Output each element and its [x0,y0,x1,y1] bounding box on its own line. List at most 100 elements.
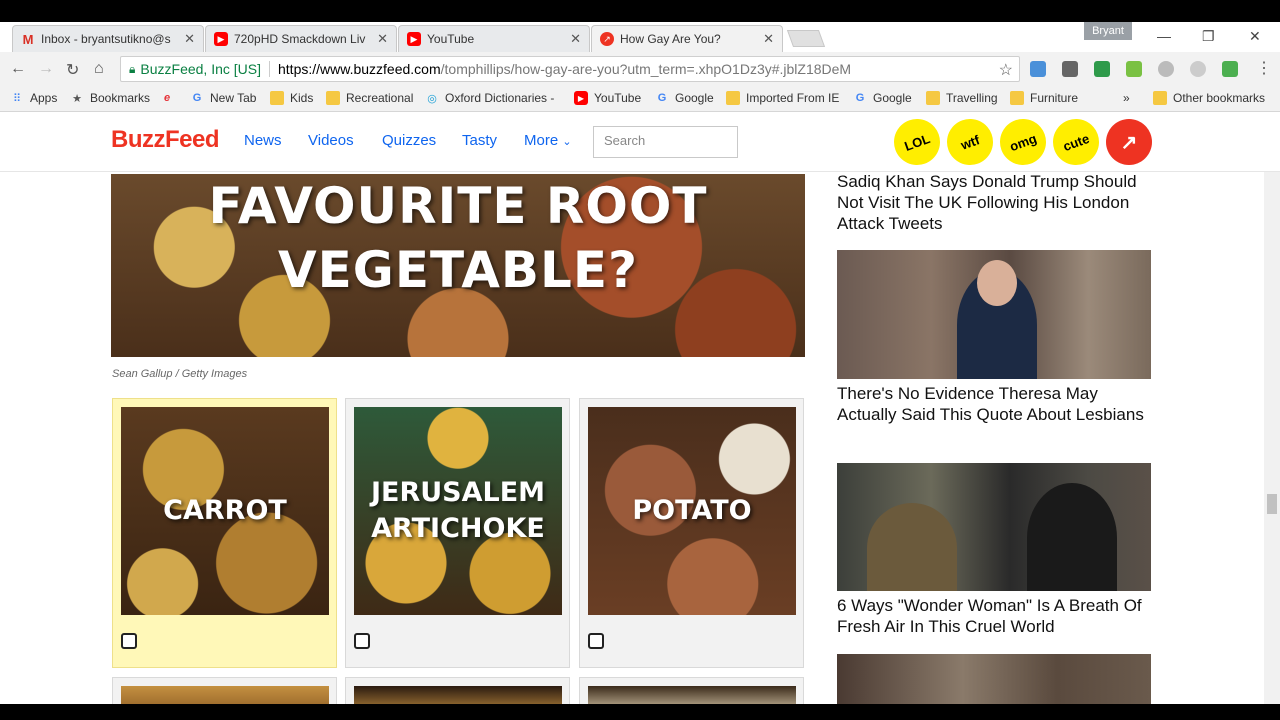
badge-cute[interactable]: cute [1046,112,1106,172]
page-scrollbar[interactable] [1264,172,1280,704]
bookmarks-overflow-button[interactable]: » [1123,91,1130,105]
lock-icon: 🔒︎ [129,61,136,76]
tab-gmail[interactable]: M Inbox - bryantsutikno@s ✕ [12,25,204,52]
extension-icon[interactable] [1126,61,1142,77]
bookmark-recreational[interactable]: Recreational [326,91,413,105]
bookmark-apps[interactable]: ⠿ Apps [10,91,57,105]
folder-icon [726,91,740,105]
image-credit: Sean Gallup / Getty Images [112,368,248,380]
bookmarks-bar: ⠿ Apps ★ Bookmarks e G New Tab Kids Recreat… [0,86,1280,112]
back-icon[interactable]: ← [10,60,26,78]
answer-image: POTATO [588,407,796,615]
bookmark-ebay[interactable]: e [160,91,180,105]
person-face [977,260,1017,306]
tab-youtube[interactable]: ▶ YouTube ✕ [398,25,590,52]
close-window-icon[interactable]: ✕ [1249,28,1261,45]
site-header: BuzzFeed News Videos Quizzes Tasty More … [0,112,1280,172]
buzzfeed-trending-icon: ↗ [600,32,614,46]
close-icon[interactable]: ✕ [184,31,195,47]
forward-icon[interactable]: → [38,60,54,78]
tab-title: Inbox - bryantsutikno@s [41,32,171,46]
bookmark-google-2[interactable]: G Google [853,91,912,105]
new-tab-button[interactable] [786,30,826,47]
close-icon[interactable]: ✕ [763,31,774,47]
nav-videos[interactable]: Videos [308,132,354,149]
bookmark-label: Travelling [946,91,998,105]
answer-checkbox[interactable] [588,633,604,649]
bookmark-new-tab[interactable]: G New Tab [190,91,257,105]
folder-icon [270,91,284,105]
restore-icon[interactable]: ❐ [1202,28,1215,45]
bookmark-google[interactable]: G Google [655,91,714,105]
folder-icon [1010,91,1024,105]
person-figure [1027,483,1117,591]
sidebar-article-title[interactable]: There's No Evidence Theresa May Actually… [837,383,1151,425]
extension-icon[interactable] [1062,61,1078,77]
menu-icon[interactable]: ⋮ [1256,58,1272,78]
answer-jerusalem-artichoke[interactable]: JERUSALEM ARTICHOKE [345,398,570,668]
bookmark-label: New Tab [210,91,257,105]
bookmark-bookmarks[interactable]: ★ Bookmarks [70,91,150,105]
badge-wtf[interactable]: wtf [940,112,1000,172]
answer-image [121,686,329,704]
sidebar-article-image[interactable] [837,250,1151,379]
star-icon: ★ [72,92,82,105]
tab-strip: M Inbox - bryantsutikno@s ✕ ▶ 720pHD Sma… [0,22,1280,52]
other-bookmarks[interactable]: Other bookmarks [1153,91,1265,105]
oxford-icon: ◎ [427,92,437,105]
bookmark-label: Oxford Dictionaries - [445,91,555,105]
folder-icon [326,91,340,105]
answer-card-next-row[interactable] [579,677,804,704]
answer-checkbox[interactable] [121,633,137,649]
home-icon[interactable]: ⌂ [94,60,104,78]
bookmark-furniture[interactable]: Furniture [1010,91,1078,105]
minimize-icon[interactable]: — [1157,28,1171,44]
tab-how-gay-are-you[interactable]: ↗ How Gay Are You? ✕ [591,25,783,52]
profile-button[interactable]: Bryant [1084,22,1132,40]
nav-quizzes[interactable]: Quizzes [382,132,436,149]
nav-tasty[interactable]: Tasty [462,132,497,149]
trending-icon[interactable]: ↗ [1106,119,1152,165]
answer-potato[interactable]: POTATO [579,398,804,668]
extension-icon[interactable] [1158,61,1174,77]
extension-icon[interactable] [1190,61,1206,77]
nav-news[interactable]: News [244,132,282,149]
sidebar-article-image[interactable] [837,463,1151,591]
answer-card-next-row[interactable] [345,677,570,704]
search-input[interactable]: Search [593,126,738,158]
bookmark-kids[interactable]: Kids [270,91,313,105]
answer-card-next-row[interactable] [112,677,337,704]
extension-icon[interactable] [1222,61,1238,77]
screen-bottom-border [0,704,1280,720]
close-icon[interactable]: ✕ [570,31,581,47]
bookmark-youtube[interactable]: ▶ YouTube [574,91,641,105]
sidebar-article-title[interactable]: 6 Ways "Wonder Woman" Is A Breath Of Fre… [837,595,1151,637]
tab-title: 720pHD Smackdown Liv [234,32,366,46]
bookmark-star-icon[interactable]: ☆ [999,60,1013,80]
extension-icon[interactable] [1030,61,1046,77]
bookmark-imported-ie[interactable]: Imported From IE [726,91,839,105]
answer-image: CARROT [121,407,329,615]
answer-image [354,686,562,704]
close-icon[interactable]: ✕ [377,31,388,47]
extension-icon[interactable] [1094,61,1110,77]
address-bar[interactable]: 🔒︎ BuzzFeed, Inc [US] https://www.buzzfe… [120,56,1020,82]
reload-icon[interactable]: ↻ [66,60,79,80]
tab-smackdown[interactable]: ▶ 720pHD Smackdown Liv ✕ [205,25,397,52]
bookmark-oxford[interactable]: ◎ Oxford Dictionaries - [425,91,554,105]
badge-lol[interactable]: LOL [887,112,947,172]
scrollbar-thumb[interactable] [1267,494,1277,514]
bookmark-label: Recreational [346,91,414,105]
bookmark-label: YouTube [594,91,642,105]
buzzfeed-logo[interactable]: BuzzFeed [111,126,220,154]
sidebar-article-title[interactable]: Sadiq Khan Says Donald Trump Should Not … [837,171,1151,234]
answer-carrot[interactable]: CARROT [112,398,337,668]
badge-omg[interactable]: omg [993,112,1053,172]
person-figure [867,503,957,591]
nav-more[interactable]: More ⌄ [524,132,572,149]
google-icon: G [855,92,865,104]
bookmark-travelling[interactable]: Travelling [926,91,998,105]
answer-checkbox[interactable] [354,633,370,649]
google-icon: G [192,92,202,104]
sidebar-article-image[interactable] [837,654,1151,704]
